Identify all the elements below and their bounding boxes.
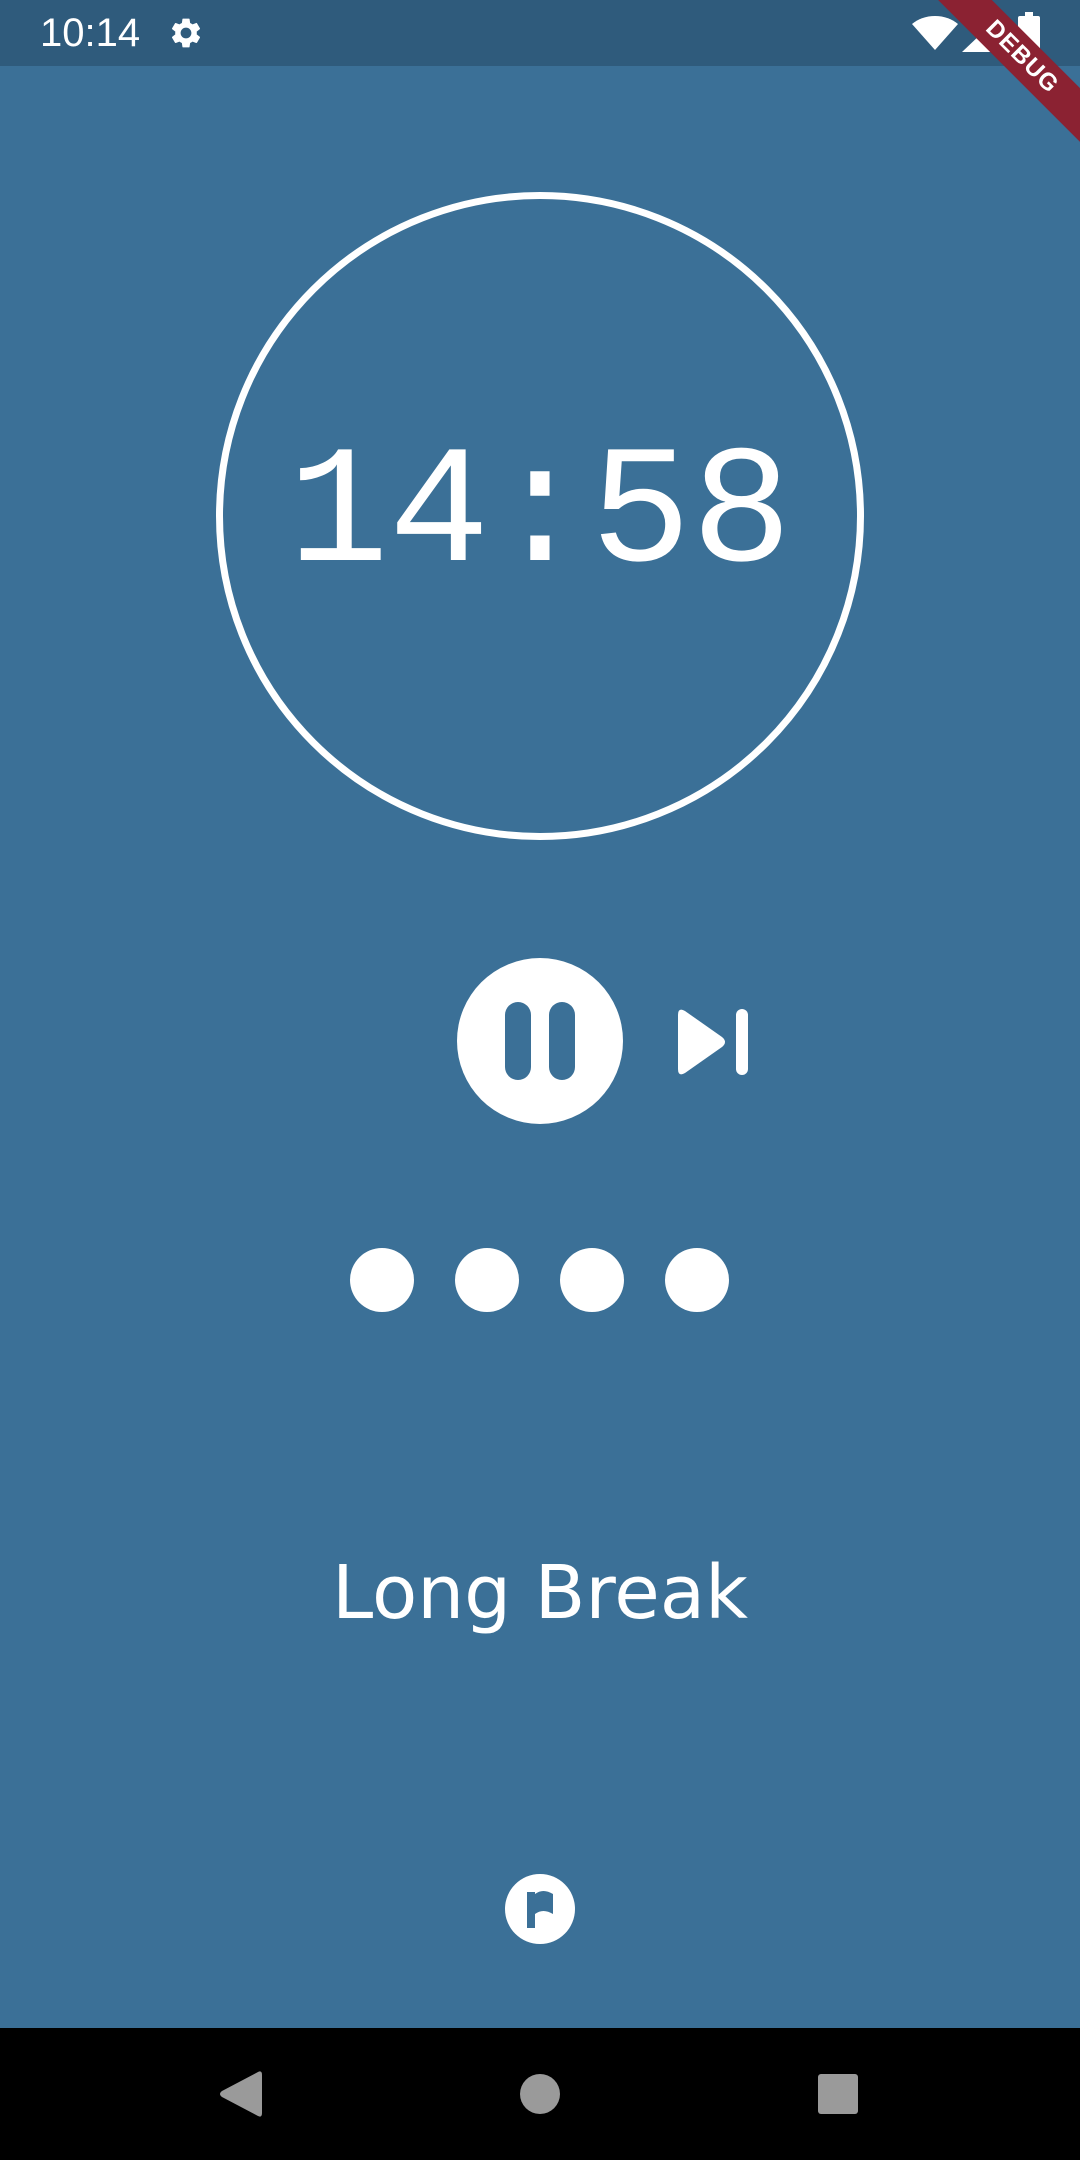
debug-banner: DEBUG — [930, 0, 1080, 150]
status-bar: 10:14 — [0, 0, 1080, 66]
flag-button[interactable] — [505, 1874, 575, 1944]
status-time: 10:14 — [40, 11, 141, 55]
pause-button[interactable] — [457, 958, 623, 1124]
session-dot — [455, 1248, 519, 1312]
home-circle-icon[interactable] — [520, 2074, 560, 2114]
session-dot — [665, 1248, 729, 1312]
debug-label: DEBUG — [930, 0, 1080, 150]
session-label: Long Break — [332, 1550, 748, 1636]
settings-gear-icon — [171, 18, 201, 48]
pomodoro-screen: 10:14 DEBUG 14:58 Long Break — [0, 0, 1080, 2160]
skip-next-icon[interactable] — [670, 1003, 752, 1081]
session-dot — [350, 1248, 414, 1312]
recents-square-icon[interactable] — [818, 2074, 858, 2114]
flag-icon — [527, 1891, 553, 1928]
session-dots — [350, 1248, 730, 1314]
navigation-bar — [0, 2028, 1080, 2160]
timer-ring: 14:58 — [216, 192, 864, 840]
timer-display: 14:58 — [287, 421, 793, 611]
session-dot — [560, 1248, 624, 1312]
back-triangle-icon[interactable] — [218, 2070, 262, 2118]
